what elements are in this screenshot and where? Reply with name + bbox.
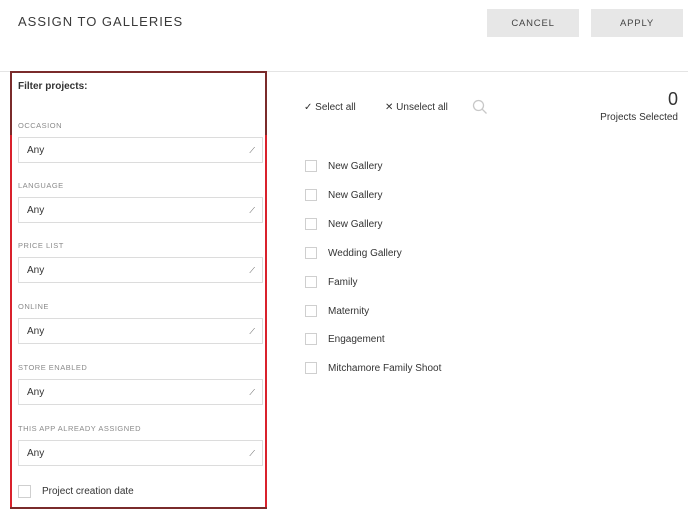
creation-date-label: Project creation date <box>42 486 134 497</box>
store-enabled-value: Any <box>27 387 45 398</box>
creation-date-checkbox[interactable] <box>18 485 31 498</box>
gallery-checkbox[interactable] <box>305 333 317 345</box>
list-item[interactable]: Family <box>305 276 565 290</box>
list-item[interactable]: New Gallery <box>305 160 565 174</box>
dialog-title: ASSIGN TO GALLERIES <box>18 14 184 29</box>
list-item[interactable]: New Gallery <box>305 189 565 203</box>
gallery-checkbox[interactable] <box>305 247 317 259</box>
gallery-checkbox[interactable] <box>305 305 317 317</box>
online-label: ONLINE <box>18 302 49 311</box>
unselect-all-label: Unselect all <box>396 102 448 113</box>
cancel-button[interactable]: CANCEL <box>487 9 579 37</box>
gallery-name: Mitchamore Family Shoot <box>328 363 442 374</box>
search-button[interactable] <box>472 99 488 118</box>
check-icon: ✓ <box>304 102 313 113</box>
selected-count-label: Projects Selected <box>600 112 678 123</box>
gallery-name: Maternity <box>328 306 370 317</box>
select-all-button[interactable]: ✓ Select all <box>304 102 356 113</box>
apply-button[interactable]: APPLY <box>591 9 683 37</box>
search-icon <box>472 99 487 114</box>
gallery-checkbox[interactable] <box>305 189 317 201</box>
list-item[interactable]: Maternity <box>305 305 565 319</box>
chevron-down-icon: ⟋ <box>249 146 255 155</box>
price-list-value: Any <box>27 265 45 276</box>
chevron-down-icon: ⟋ <box>249 266 255 275</box>
language-select[interactable]: Any ⟋ <box>18 197 263 223</box>
gallery-name: New Gallery <box>328 161 383 172</box>
occasion-select[interactable]: Any ⟋ <box>18 137 263 163</box>
filter-heading: Filter projects: <box>18 81 88 92</box>
chevron-down-icon: ⟋ <box>249 327 255 336</box>
selected-count: 0 <box>667 89 678 109</box>
gallery-checkbox[interactable] <box>305 218 317 230</box>
list-item[interactable]: Wedding Gallery <box>305 247 565 261</box>
occasion-value: Any <box>27 145 45 156</box>
price-list-label: PRICE LIST <box>18 241 64 250</box>
list-item[interactable]: Engagement <box>305 333 565 347</box>
select-all-label: Select all <box>315 102 356 113</box>
list-item[interactable]: New Gallery <box>305 218 565 232</box>
online-value: Any <box>27 326 45 337</box>
highlight-edge-left <box>10 135 16 507</box>
chevron-down-icon: ⟋ <box>249 388 255 397</box>
close-icon: ✕ <box>385 102 394 113</box>
projects-selected-counter: 0 Projects Selected <box>600 89 678 123</box>
occasion-label: OCCASION <box>18 121 63 130</box>
dialog-header: ASSIGN TO GALLERIES CANCEL APPLY <box>0 0 688 72</box>
app-assigned-select[interactable]: Any ⟋ <box>18 440 263 466</box>
gallery-name: New Gallery <box>328 219 383 230</box>
gallery-name: New Gallery <box>328 190 383 201</box>
gallery-name: Family <box>328 277 358 288</box>
gallery-checkbox[interactable] <box>305 362 317 374</box>
gallery-checkbox[interactable] <box>305 160 317 172</box>
list-item[interactable]: Mitchamore Family Shoot <box>305 362 565 376</box>
chevron-down-icon: ⟋ <box>249 449 255 458</box>
filter-panel: Filter projects: OCCASION Any ⟋ LANGUAGE… <box>10 71 267 509</box>
online-select[interactable]: Any ⟋ <box>18 318 263 344</box>
app-assigned-label: THIS APP ALREADY ASSIGNED <box>18 424 142 433</box>
gallery-name: Engagement <box>328 334 385 345</box>
unselect-all-button[interactable]: ✕ Unselect all <box>385 102 448 113</box>
app-assigned-value: Any <box>27 448 45 459</box>
gallery-checkbox[interactable] <box>305 276 317 288</box>
language-label: LANGUAGE <box>18 181 64 190</box>
language-value: Any <box>27 205 45 216</box>
gallery-name: Wedding Gallery <box>328 248 402 259</box>
chevron-down-icon: ⟋ <box>249 206 255 215</box>
store-enabled-select[interactable]: Any ⟋ <box>18 379 263 405</box>
store-enabled-label: STORE ENABLED <box>18 363 88 372</box>
price-list-select[interactable]: Any ⟋ <box>18 257 263 283</box>
